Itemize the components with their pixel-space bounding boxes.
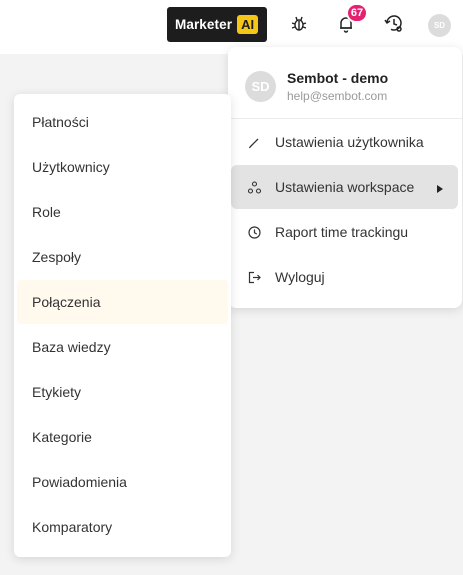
clock-icon xyxy=(247,225,261,239)
menu-item-workspace-settings[interactable]: Ustawienia workspace xyxy=(231,165,458,209)
bug-icon[interactable] xyxy=(288,13,310,35)
workspace-icon xyxy=(247,180,261,194)
menu-item-user-settings[interactable]: Ustawienia użytkownika xyxy=(231,120,458,164)
menu-item-label: Raport time trackingu xyxy=(275,224,409,240)
submenu-item-connections[interactable]: Połączenia xyxy=(17,280,228,324)
marketer-ai-button[interactable]: Marketer AI xyxy=(167,7,267,42)
submenu-item-roles[interactable]: Role xyxy=(17,190,228,234)
workspace-settings-submenu: Płatności Użytkownicy Role Zespoły Połąc… xyxy=(14,94,231,557)
submenu-item-payments[interactable]: Płatności xyxy=(17,100,228,144)
marketer-label: Marketer xyxy=(175,17,233,32)
user-email: help@sembot.com xyxy=(287,89,388,103)
menu-item-label: Ustawienia workspace xyxy=(275,179,415,195)
avatar[interactable]: SD xyxy=(428,14,451,37)
top-bar: Marketer AI 67 SD xyxy=(0,0,463,54)
submenu-item-labels[interactable]: Etykiety xyxy=(17,370,228,414)
notifications-count-badge: 67 xyxy=(346,3,368,23)
submenu-item-notifications[interactable]: Powiadomienia xyxy=(17,460,228,504)
ai-badge: AI xyxy=(237,15,259,34)
submenu-item-knowledge-base[interactable]: Baza wiedzy xyxy=(17,325,228,369)
logout-icon xyxy=(247,270,261,284)
user-profile-header: SD Sembot - demo help@sembot.com xyxy=(228,47,462,119)
submenu-item-teams[interactable]: Zespoły xyxy=(17,235,228,279)
chevron-right-icon xyxy=(436,181,444,197)
user-name: Sembot - demo xyxy=(287,70,389,86)
submenu-item-users[interactable]: Użytkownicy xyxy=(17,145,228,189)
menu-item-time-tracking-report[interactable]: Raport time trackingu xyxy=(231,210,458,254)
menu-item-label: Ustawienia użytkownika xyxy=(275,134,424,150)
submenu-item-categories[interactable]: Kategorie xyxy=(17,415,228,459)
user-avatar: SD xyxy=(245,71,276,102)
history-settings-icon[interactable] xyxy=(383,13,405,35)
pencil-icon xyxy=(247,135,261,149)
user-dropdown-menu: SD Sembot - demo help@sembot.com Ustawie… xyxy=(228,47,462,308)
menu-item-label: Wyloguj xyxy=(275,269,325,285)
menu-item-logout[interactable]: Wyloguj xyxy=(231,255,458,299)
submenu-item-comparators[interactable]: Komparatory xyxy=(17,505,228,549)
